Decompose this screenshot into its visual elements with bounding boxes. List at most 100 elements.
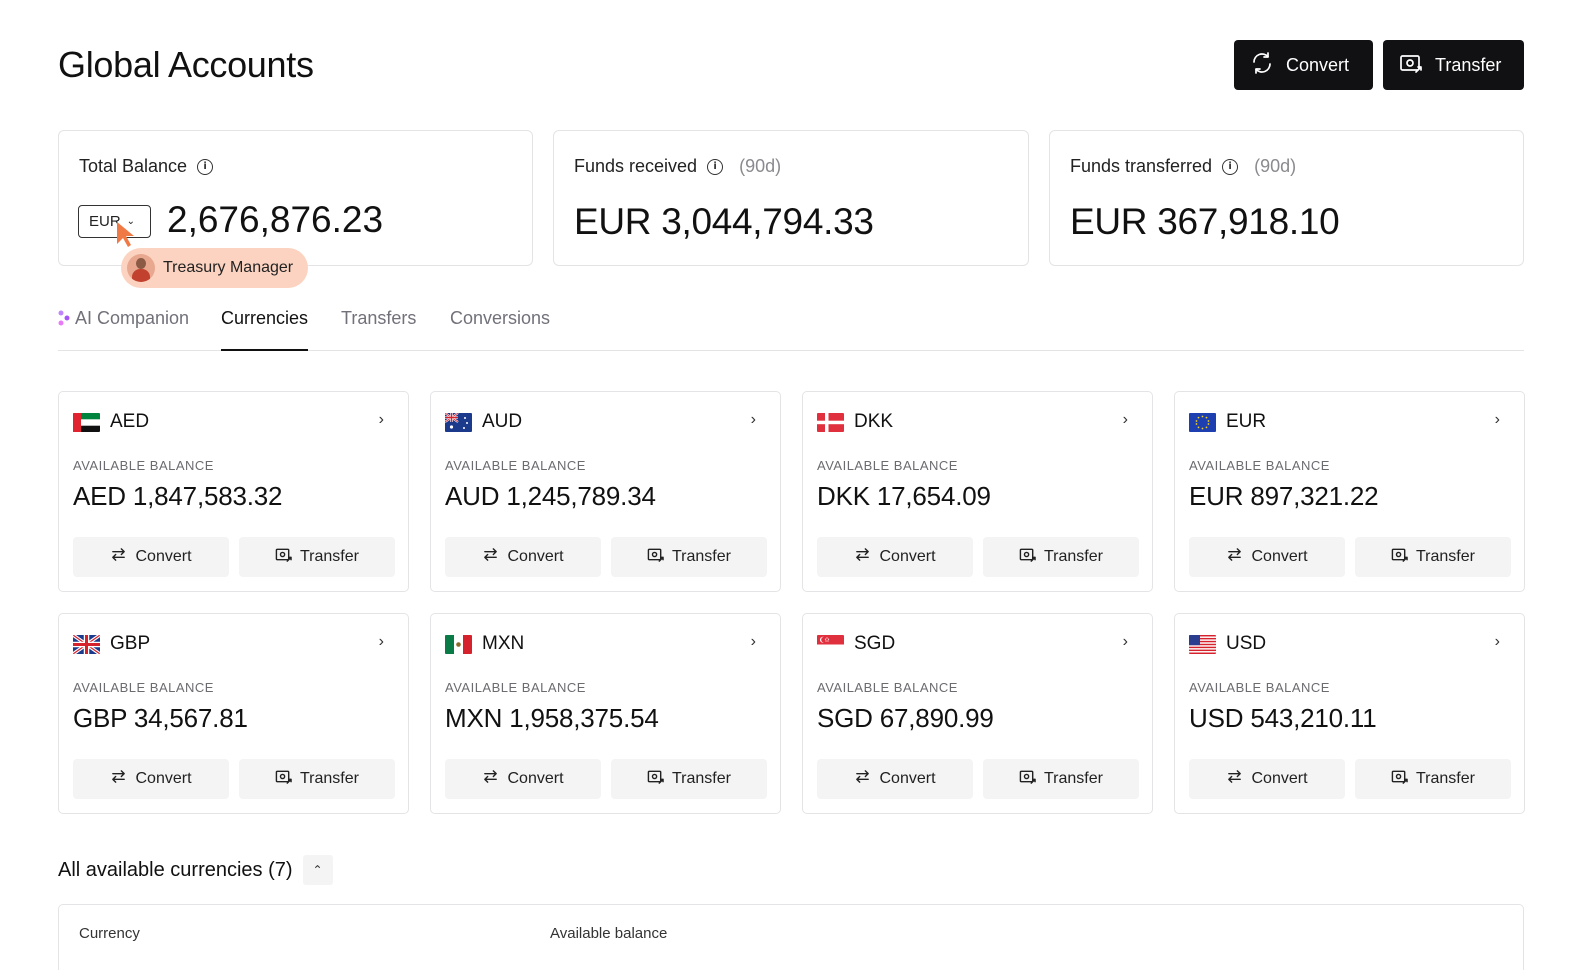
currency-card-mxn[interactable]: MXN › AVAILABLE BALANCE MXN 1,958,375.54… bbox=[430, 613, 781, 814]
sparkle-icon bbox=[58, 310, 70, 331]
all-currencies-section: All available currencies (7) ⌃ bbox=[58, 855, 333, 885]
available-balance-value: AUD 1,245,789.34 bbox=[445, 481, 656, 511]
transfer-icon bbox=[1399, 51, 1423, 80]
dk-flag-icon bbox=[817, 412, 844, 432]
available-balance-label: AVAILABLE BALANCE bbox=[817, 680, 958, 695]
card-transfer-button[interactable]: Transfer bbox=[239, 537, 395, 577]
funds-received-value: EUR 3,044,794.33 bbox=[574, 201, 874, 242]
card-transfer-label: Transfer bbox=[1416, 548, 1475, 565]
user-cursor-badge: Treasury Manager bbox=[121, 248, 309, 288]
tab-label: Conversions bbox=[450, 308, 551, 328]
chevron-right-icon[interactable]: › bbox=[379, 633, 384, 651]
card-convert-label: Convert bbox=[879, 770, 936, 787]
ae-flag-icon bbox=[73, 412, 100, 432]
currency-code: SGD bbox=[854, 633, 896, 654]
card-transfer-button[interactable]: Transfer bbox=[239, 759, 395, 799]
available-balance-value: MXN 1,958,375.54 bbox=[445, 703, 659, 733]
available-balance-value: DKK 17,654.09 bbox=[817, 481, 991, 511]
page-title: Global Accounts bbox=[58, 44, 314, 85]
convert-button[interactable]: Convert bbox=[1234, 40, 1373, 90]
card-convert-button[interactable]: Convert bbox=[1189, 759, 1345, 799]
tab-label: AI Companion bbox=[75, 308, 190, 328]
card-transfer-button[interactable]: Transfer bbox=[983, 537, 1139, 577]
tab-conversions[interactable]: Conversions bbox=[450, 308, 550, 349]
tab-currencies[interactable]: Currencies bbox=[221, 308, 309, 351]
funds-transferred-card: Funds transferred i (90d) EUR 367,918.10 bbox=[1049, 130, 1524, 266]
column-header-currency: Currency bbox=[79, 925, 140, 942]
card-transfer-label: Transfer bbox=[1044, 548, 1103, 565]
chevron-right-icon[interactable]: › bbox=[1495, 411, 1500, 429]
currency-code: EUR bbox=[1226, 411, 1267, 432]
transfer-icon bbox=[1391, 546, 1408, 568]
transfer-icon bbox=[647, 546, 664, 568]
transfer-icon bbox=[1391, 768, 1408, 790]
info-icon[interactable]: i bbox=[197, 158, 214, 175]
card-transfer-button[interactable]: Transfer bbox=[611, 537, 767, 577]
currency-card-eur[interactable]: EUR › AVAILABLE BALANCE EUR 897,321.22 C… bbox=[1174, 391, 1525, 592]
eu-flag-icon bbox=[1189, 412, 1216, 432]
currency-card-usd[interactable]: USD › AVAILABLE BALANCE USD 543,210.11 C… bbox=[1174, 613, 1525, 814]
info-icon[interactable]: i bbox=[1222, 158, 1239, 175]
currency-code: USD bbox=[1226, 633, 1267, 654]
tab-label: Transfers bbox=[341, 308, 417, 328]
tab-label: Currencies bbox=[221, 308, 309, 328]
chevron-right-icon[interactable]: › bbox=[379, 411, 384, 429]
card-transfer-label: Transfer bbox=[300, 770, 359, 787]
chevron-up-icon[interactable]: ⌃ bbox=[302, 855, 333, 885]
card-transfer-button[interactable]: Transfer bbox=[611, 759, 767, 799]
available-balance-value: SGD 67,890.99 bbox=[817, 703, 994, 733]
tab-ai-companion[interactable]: AI Companion bbox=[58, 308, 189, 351]
gb-flag-icon bbox=[73, 634, 100, 654]
currency-card-sgd[interactable]: SGD › AVAILABLE BALANCE SGD 67,890.99 Co… bbox=[802, 613, 1153, 814]
currency-code: AED bbox=[110, 411, 150, 432]
chevron-right-icon[interactable]: › bbox=[1495, 633, 1500, 651]
available-balance-label: AVAILABLE BALANCE bbox=[445, 458, 586, 473]
all-currencies-heading: All available currencies (7) bbox=[58, 858, 293, 881]
transfer-button[interactable]: Transfer bbox=[1383, 40, 1524, 90]
convert-arrows-icon bbox=[854, 546, 871, 568]
tab-transfers[interactable]: Transfers bbox=[341, 308, 416, 349]
top-actions: Convert Transfer bbox=[1234, 40, 1524, 90]
available-balance-value: USD 543,210.11 bbox=[1189, 703, 1377, 733]
card-convert-button[interactable]: Convert bbox=[445, 537, 601, 577]
currency-code: AUD bbox=[482, 411, 523, 432]
card-transfer-button[interactable]: Transfer bbox=[983, 759, 1139, 799]
card-convert-button[interactable]: Convert bbox=[73, 759, 229, 799]
info-icon[interactable]: i bbox=[707, 158, 724, 175]
card-convert-button[interactable]: Convert bbox=[817, 759, 973, 799]
currency-code: MXN bbox=[482, 633, 525, 654]
card-transfer-button[interactable]: Transfer bbox=[1355, 537, 1511, 577]
card-convert-button[interactable]: Convert bbox=[817, 537, 973, 577]
user-cursor-label: Treasury Manager bbox=[163, 259, 294, 276]
available-balance-value: EUR 897,321.22 bbox=[1189, 481, 1379, 511]
chevron-right-icon[interactable]: › bbox=[1123, 633, 1128, 651]
card-transfer-button[interactable]: Transfer bbox=[1355, 759, 1511, 799]
convert-label: Convert bbox=[1286, 54, 1350, 75]
convert-icon bbox=[1250, 51, 1274, 80]
currency-card-dkk[interactable]: DKK › AVAILABLE BALANCE DKK 17,654.09 Co… bbox=[802, 391, 1153, 592]
chevron-right-icon[interactable]: › bbox=[751, 411, 756, 429]
card-convert-label: Convert bbox=[135, 770, 192, 787]
funds-transferred-value: EUR 367,918.10 bbox=[1070, 201, 1340, 242]
currency-table: Currency Available balance bbox=[58, 904, 1524, 970]
card-convert-button[interactable]: Convert bbox=[445, 759, 601, 799]
card-convert-label: Convert bbox=[1251, 548, 1308, 565]
card-convert-label: Convert bbox=[879, 548, 936, 565]
total-balance-label: Total Balance bbox=[79, 156, 188, 176]
total-balance-value: 2,676,876.23 bbox=[167, 199, 384, 240]
currency-card-gbp[interactable]: GBP › AVAILABLE BALANCE GBP 34,567.81 Co… bbox=[58, 613, 409, 814]
currency-card-aed[interactable]: AED › AVAILABLE BALANCE AED 1,847,583.32… bbox=[58, 391, 409, 592]
card-convert-button[interactable]: Convert bbox=[73, 537, 229, 577]
available-balance-label: AVAILABLE BALANCE bbox=[1189, 680, 1330, 695]
chevron-right-icon[interactable]: › bbox=[1123, 411, 1128, 429]
card-transfer-label: Transfer bbox=[672, 770, 731, 787]
transfer-icon bbox=[647, 768, 664, 790]
currency-card-aud[interactable]: AUD › AVAILABLE BALANCE AUD 1,245,789.34… bbox=[430, 391, 781, 592]
card-convert-button[interactable]: Convert bbox=[1189, 537, 1345, 577]
chevron-right-icon[interactable]: › bbox=[751, 633, 756, 651]
card-convert-label: Convert bbox=[507, 548, 564, 565]
card-transfer-label: Transfer bbox=[300, 548, 359, 565]
us-flag-icon bbox=[1189, 634, 1216, 654]
transfer-icon bbox=[275, 768, 292, 790]
period-label: (90d) bbox=[739, 156, 782, 176]
